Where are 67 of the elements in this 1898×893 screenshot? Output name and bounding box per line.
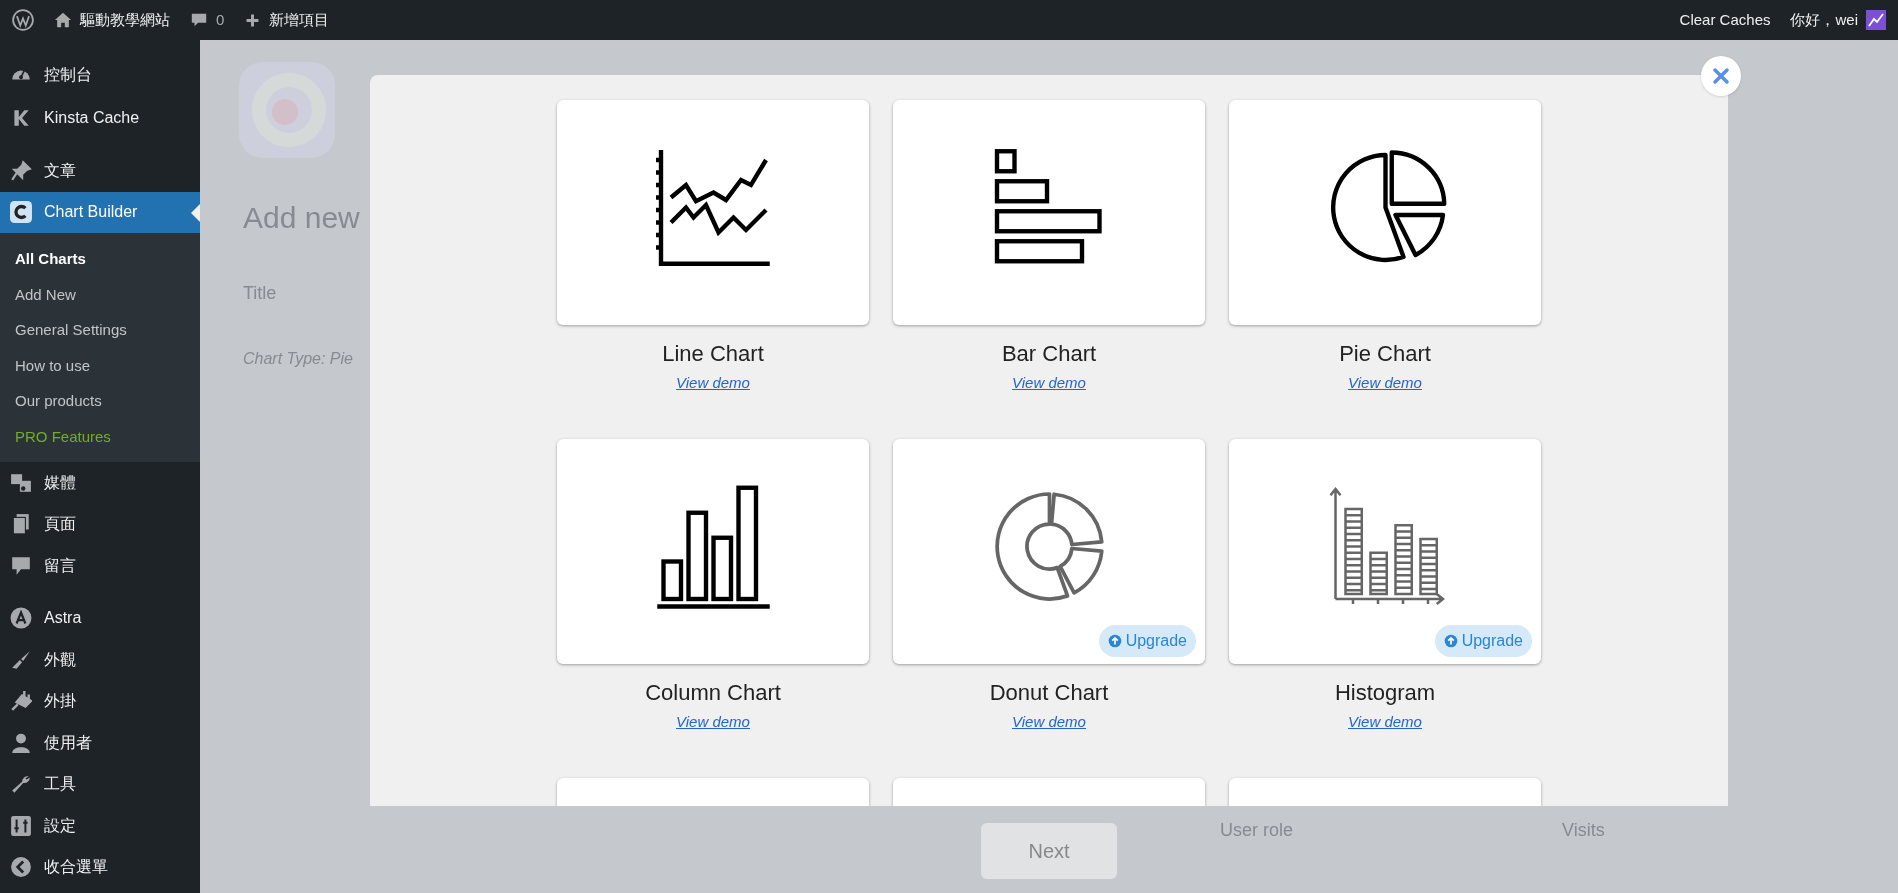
chart-builder-icon (10, 201, 32, 224)
chart-type-name: Pie Chart (1339, 340, 1431, 368)
sidebar-item[interactable]: 媒體 (0, 462, 200, 504)
chart-type-name: Donut Chart (989, 679, 1109, 707)
view-demo-link[interactable]: View demo (1348, 711, 1422, 734)
close-icon (1712, 67, 1730, 85)
page-heading: Add new (243, 200, 360, 236)
faded-logo-icon (237, 60, 337, 160)
chart-type-name: Line Chart (662, 340, 764, 368)
chart-type-text: Chart Type: Pie (243, 349, 353, 369)
current-page-pointer (191, 203, 200, 222)
plug-icon (10, 690, 32, 713)
sidebar-item[interactable]: Astra (0, 597, 200, 639)
sidebar-item[interactable]: Chart Builder (0, 191, 200, 233)
paintbrush-icon (10, 648, 32, 671)
sidebar-item[interactable]: 外掛 (0, 680, 200, 722)
sidebar-item[interactable]: 設定 (0, 805, 200, 847)
field-label: Title (243, 282, 277, 305)
view-demo-link[interactable]: View demo (1348, 372, 1422, 395)
arrow-up-icon (1443, 634, 1458, 648)
comment-count[interactable]: 0 (216, 8, 225, 32)
home-icon[interactable] (54, 11, 72, 29)
view-demo-link[interactable]: View demo (676, 372, 750, 395)
chart-type-card[interactable] (557, 100, 869, 325)
comment-icon (10, 554, 32, 577)
astra-logo-icon (10, 607, 32, 630)
view-demo-link[interactable]: View demo (1012, 711, 1086, 734)
sidebar-item[interactable]: 使用者 (0, 722, 200, 764)
sidebar-item[interactable]: 控制台 (0, 54, 200, 96)
sidebar-item[interactable]: 頁面 (0, 503, 200, 545)
view-demo-link[interactable]: View demo (676, 711, 750, 734)
submenu-item[interactable]: Our products (0, 383, 200, 419)
chart-type-card[interactable] (557, 439, 869, 664)
sidebar-item[interactable]: 外觀 (0, 639, 200, 681)
user-greeting[interactable]: 你好，wei (1790, 8, 1858, 32)
sidebar-item[interactable]: 文章 (0, 150, 200, 192)
pages-icon (10, 513, 32, 536)
chart-type-card[interactable] (1229, 100, 1541, 325)
clear-caches-link[interactable]: Clear Caches (1679, 8, 1771, 32)
chart-type-name: Histogram (1334, 679, 1436, 707)
sliders-icon (10, 814, 32, 837)
submenu-item[interactable]: How to use (0, 347, 200, 383)
close-button[interactable] (1701, 56, 1741, 96)
table-header: Visits (1562, 819, 1605, 842)
user-icon (10, 731, 32, 754)
submenu-item[interactable]: Add New (0, 276, 200, 312)
sidebar-item[interactable]: 留言 (0, 545, 200, 587)
avatar-icon[interactable] (1866, 10, 1886, 30)
new-item-link[interactable]: 新增項目 (269, 8, 330, 32)
submenu-item[interactable]: General Settings (0, 312, 200, 348)
sidebar-item[interactable]: Kinsta Cache (0, 97, 200, 139)
chart-type-name: Bar Chart (1001, 340, 1097, 368)
collapse-icon (10, 856, 32, 879)
chart-type-name: Column Chart (645, 679, 781, 707)
arrow-up-icon (1107, 634, 1122, 648)
sidebar-item[interactable]: 收合選單 (0, 846, 200, 888)
view-demo-link[interactable]: View demo (1012, 372, 1086, 395)
wordpress-logo-icon[interactable] (12, 9, 34, 31)
pin-icon (10, 159, 32, 182)
submenu-item[interactable]: PRO Features (0, 418, 200, 454)
sidebar-item[interactable]: 工具 (0, 763, 200, 805)
site-name-link[interactable]: 驅動教學網站 (80, 8, 170, 32)
media-icon (10, 471, 32, 494)
chart-type-card[interactable] (893, 100, 1205, 325)
wrench-icon (10, 773, 32, 796)
table-header: User role (1220, 819, 1294, 842)
submenu-item[interactable]: All Charts (0, 241, 200, 277)
